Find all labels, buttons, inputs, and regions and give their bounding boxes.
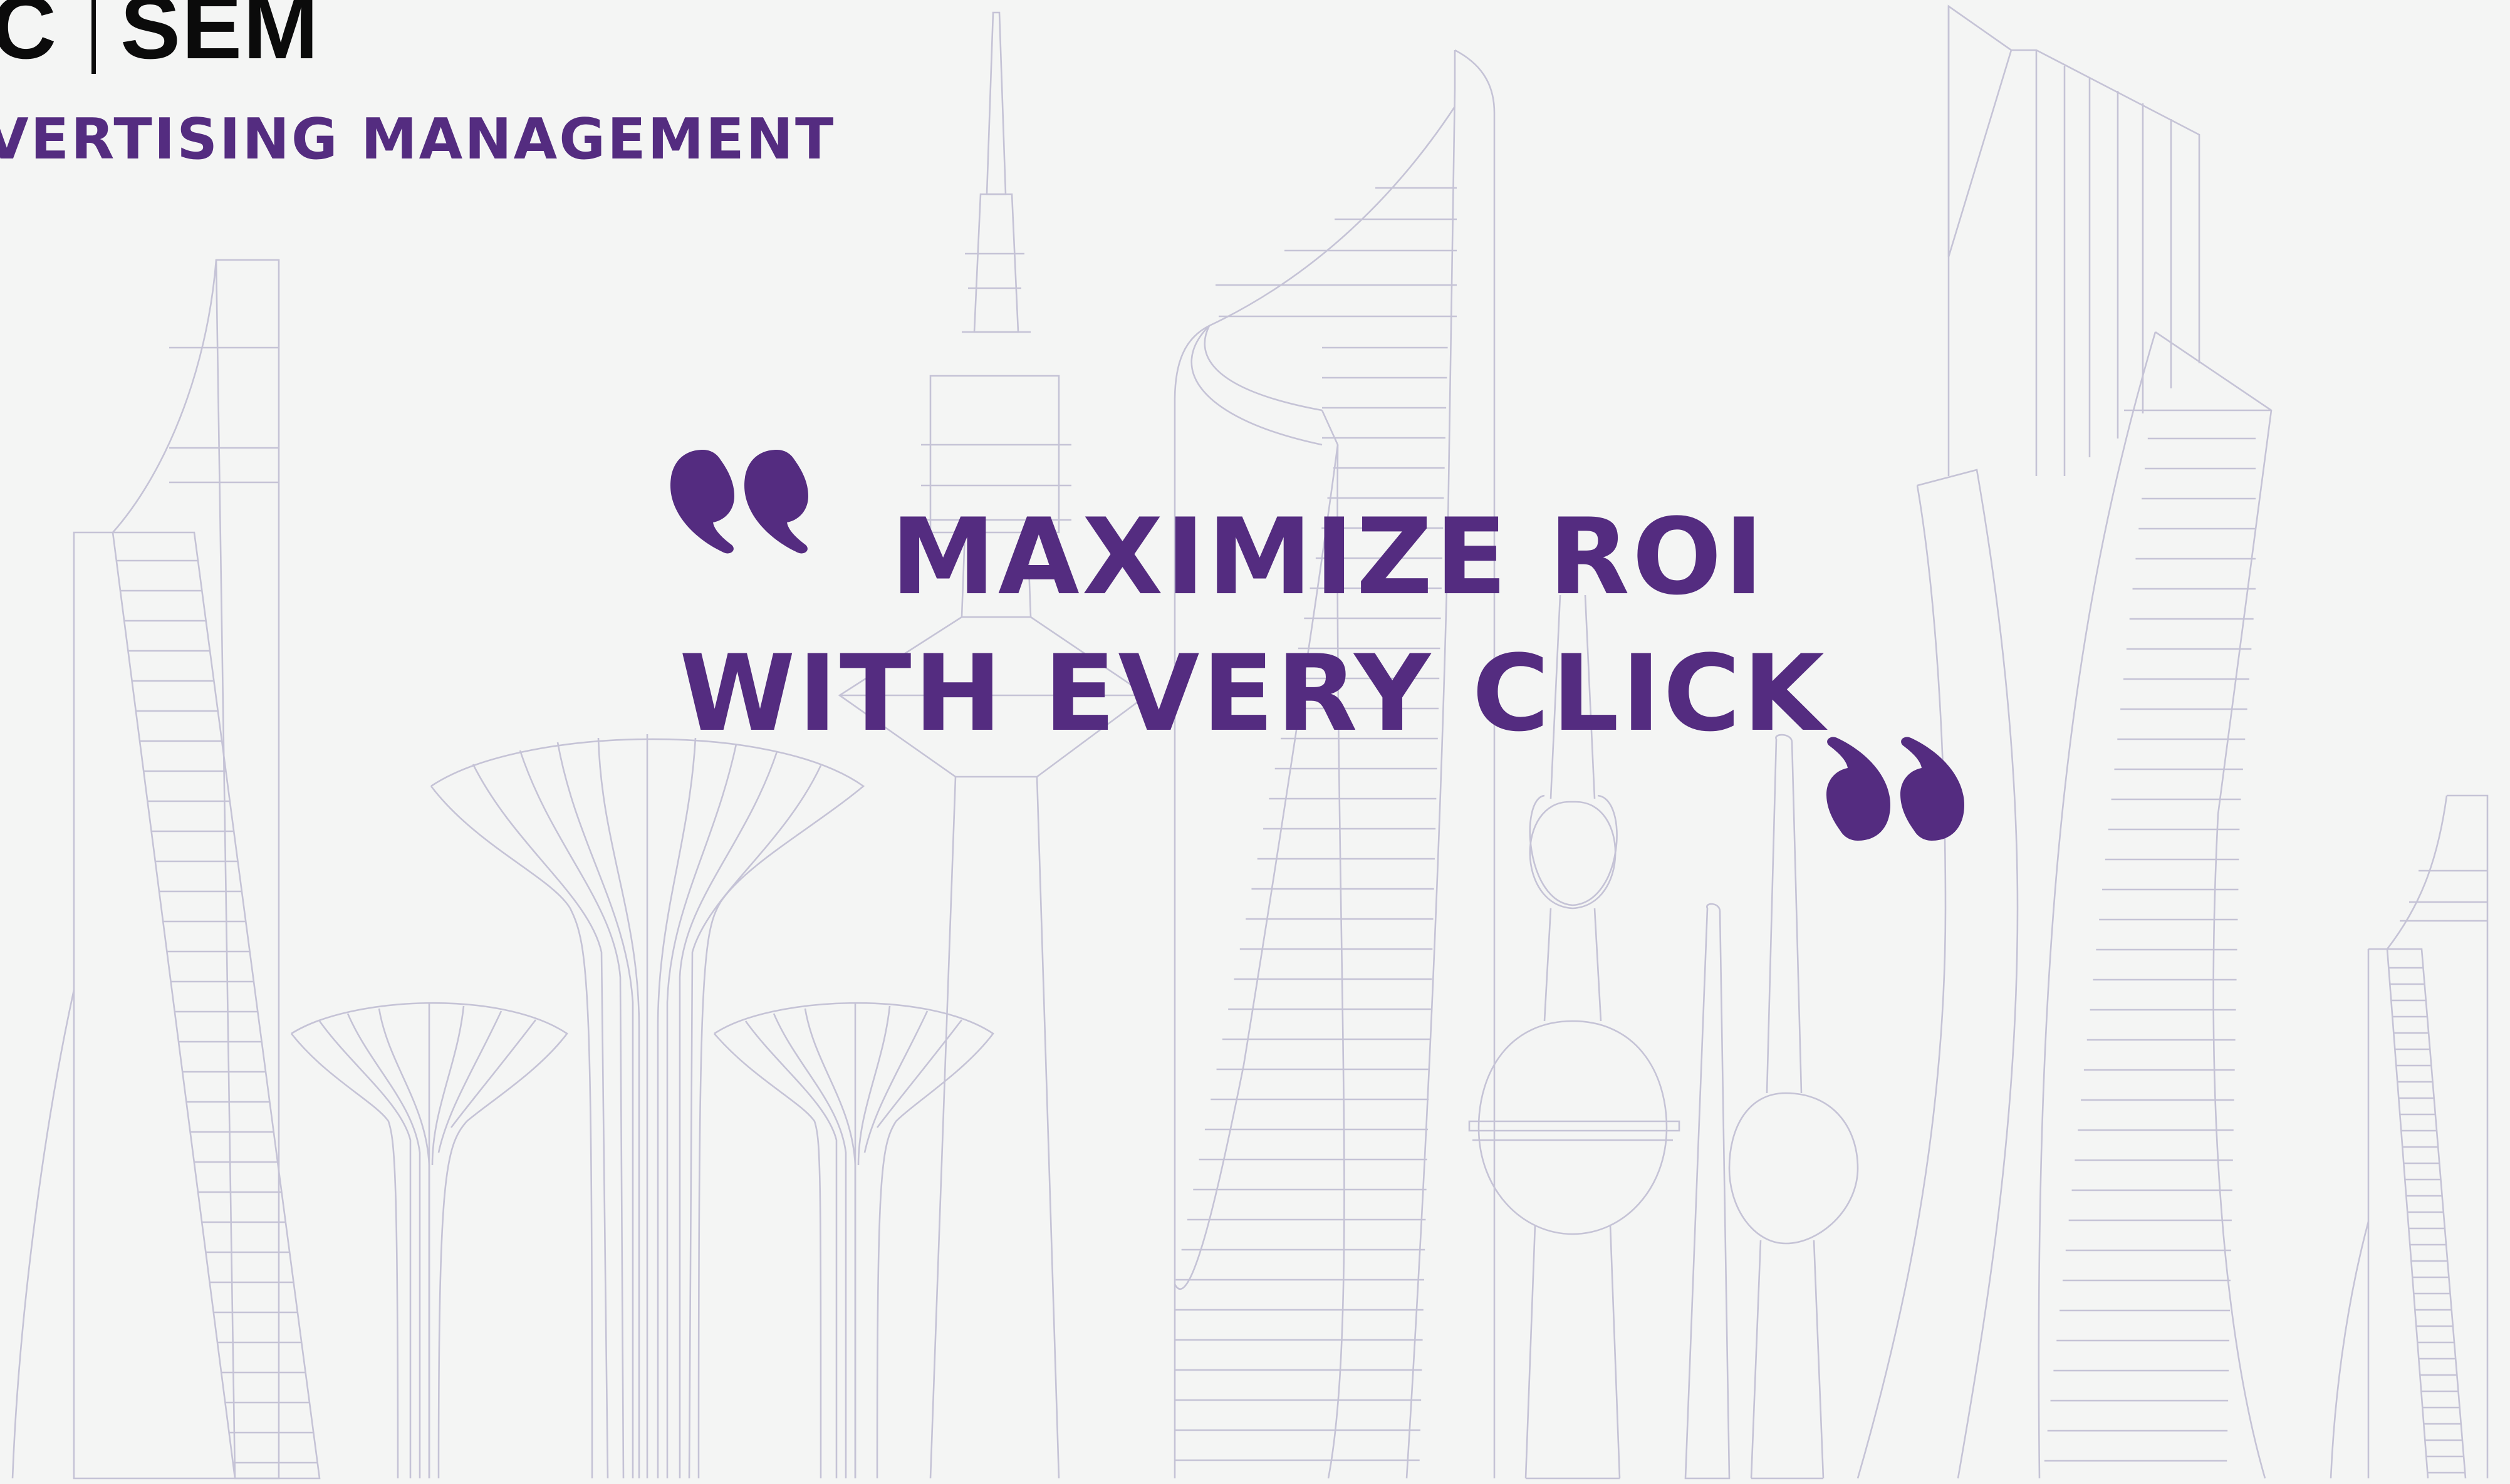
brand-left-letter: C xyxy=(0,0,58,78)
close-quote-icon xyxy=(1826,737,1964,841)
headline: MAXIMIZE ROI WITH EVERY CLICK xyxy=(627,489,1880,762)
hero-banner: C SEM VERTISING MANAGEMENT MAXIMIZE ROI … xyxy=(0,0,2510,1484)
headline-line-1: MAXIMIZE ROI xyxy=(890,496,1766,618)
headline-line-2: WITH EVERY CLICK xyxy=(679,632,1827,755)
brand-name: SEM xyxy=(120,0,320,78)
brand-subtitle: VERTISING MANAGEMENT xyxy=(0,106,836,172)
brand-divider xyxy=(91,0,96,74)
